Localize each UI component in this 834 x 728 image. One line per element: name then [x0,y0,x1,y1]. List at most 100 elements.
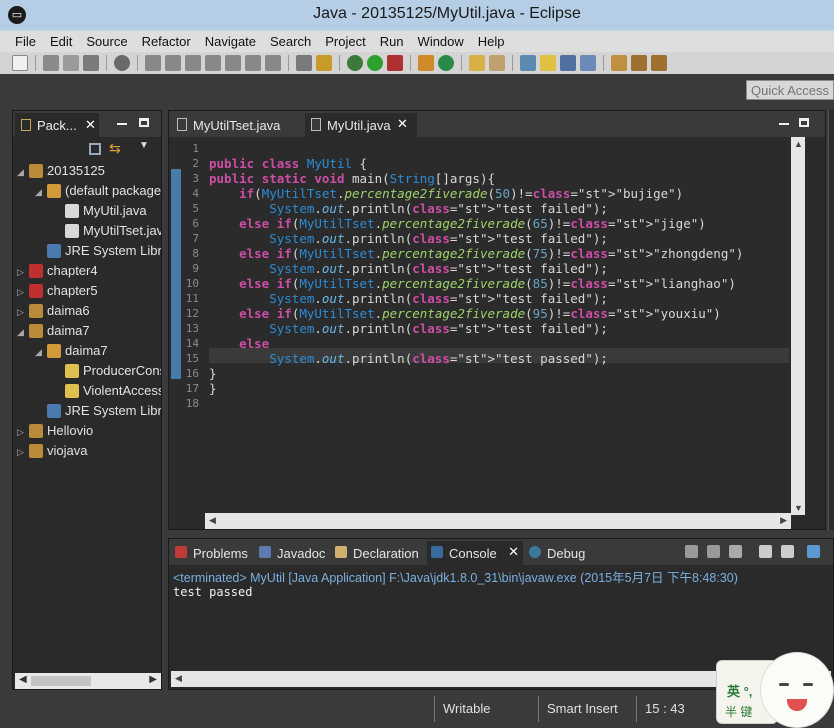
scroll-down-icon[interactable]: ▼ [794,503,803,513]
tab-declaration[interactable]: Declaration [331,541,427,565]
open-folder-icon[interactable] [469,55,485,71]
code-line[interactable]: public class MyUtil { [209,156,367,171]
step-return-icon[interactable] [265,55,281,71]
code-line[interactable]: public static void main(String[]args){ [209,171,495,186]
menu-navigate[interactable]: Navigate [198,31,263,52]
scrollbar-thumb[interactable] [31,676,91,686]
tree-item[interactable]: JRE System Library [35,241,161,261]
menu-help[interactable]: Help [471,31,512,52]
block-selection-icon[interactable] [560,55,576,71]
package-explorer-tab[interactable]: Pack... ✕ [15,113,99,137]
editor-vertical-scrollbar[interactable]: ▲ ▼ [791,137,805,515]
terminate-icon[interactable] [685,545,698,558]
resume-icon[interactable] [145,55,161,71]
chevron-down-icon[interactable]: ◢ [35,182,47,202]
external-tools-icon[interactable] [387,55,403,71]
chevron-down-icon[interactable]: ◢ [17,162,29,182]
menu-window[interactable]: Window [411,31,471,52]
minimize-icon[interactable] [779,123,789,125]
code-line[interactable]: } [209,366,217,381]
maximize-icon[interactable] [799,118,809,127]
tree-item[interactable]: ▷ chapter5 [17,281,98,301]
tree-item[interactable]: ◢ daima7 [35,341,108,361]
menu-refactor[interactable]: Refactor [135,31,198,52]
code-line[interactable]: else if(MyUtilTset.percentage2fiverade(6… [209,216,706,231]
search-icon[interactable] [489,55,505,71]
maximize-icon[interactable] [139,118,149,127]
editor-horizontal-scrollbar[interactable]: ◀ ▶ [205,513,791,529]
forward-icon[interactable] [651,55,667,71]
print-icon[interactable] [83,55,99,71]
ime-mode-label[interactable]: 半 键 [725,703,752,720]
close-icon[interactable]: ✕ [508,544,519,560]
scroll-left-icon[interactable]: ◀ [19,674,27,685]
tab-problems[interactable]: Problems [171,541,255,565]
save-all-icon[interactable] [63,55,79,71]
tree-item[interactable]: JRE System Library [35,401,161,421]
collapse-all-icon[interactable] [89,143,101,155]
scroll-left-icon[interactable]: ◀ [209,515,216,526]
new-icon[interactable] [12,55,28,71]
step-into-icon[interactable] [225,55,241,71]
tree-item[interactable]: ◢ 20135125 [17,161,105,181]
next-annotation-icon[interactable] [520,55,536,71]
close-icon[interactable]: ✕ [85,117,96,133]
step-over-icon[interactable] [245,55,261,71]
code-line[interactable]: else if(MyUtilTset.percentage2fiverade(7… [209,246,743,261]
tab-console[interactable]: Console ✕ [427,541,523,565]
code-line[interactable]: } [209,381,217,396]
tree-item[interactable]: ViolentAccess.java [53,381,161,401]
chevron-right-icon[interactable]: ▷ [17,302,29,322]
tree-item[interactable]: ▷ viojava [17,441,87,461]
ime-language-label[interactable]: 英 °, [727,681,752,700]
code-line[interactable]: else if(MyUtilTset.percentage2fiverade(8… [209,276,736,291]
code-line[interactable]: System.out.println(class="st">"test pass… [209,351,608,366]
toggle-mark-occurrences-icon[interactable] [540,55,556,71]
view-menu-icon[interactable]: ▼ [139,140,149,151]
code-line[interactable]: System.out.println(class="st">"test fail… [209,231,608,246]
tab-myutil-java[interactable]: MyUtil.java ✕ [305,113,417,137]
remove-launch-icon[interactable] [707,545,720,558]
menu-project[interactable]: Project [318,31,372,52]
skip-breakpoints-icon[interactable] [114,55,130,71]
chevron-down-icon[interactable]: ◢ [35,342,47,362]
tree-item[interactable]: ◢ (default package) [35,181,161,201]
code-line[interactable]: System.out.println(class="st">"test fail… [209,201,608,216]
menu-edit[interactable]: Edit [43,31,79,52]
code-line[interactable]: System.out.println(class="st">"test fail… [209,291,608,306]
new-class-icon[interactable] [438,55,454,71]
chevron-right-icon[interactable]: ▷ [17,282,29,302]
menu-file[interactable]: File [8,31,43,52]
chevron-right-icon[interactable]: ▷ [17,422,29,442]
code-line[interactable]: else if(MyUtilTset.percentage2fiverade(9… [209,306,721,321]
tree-item[interactable]: ▷ chapter4 [17,261,98,281]
menu-search[interactable]: Search [263,31,318,52]
menu-source[interactable]: Source [79,31,134,52]
scroll-right-icon[interactable]: ▶ [149,674,157,685]
package-horizontal-scrollbar[interactable]: ◀ ▶ [15,673,161,689]
quick-access-input[interactable] [746,80,834,100]
debug-icon[interactable] [347,55,363,71]
clear-console-icon[interactable] [759,545,772,558]
pin-console-icon[interactable] [807,545,820,558]
code-line[interactable]: System.out.println(class="st">"test fail… [209,321,608,336]
minimize-icon[interactable] [117,123,127,125]
tree-item[interactable]: MyUtilTset.java [53,221,161,241]
new-java-project-icon[interactable] [418,55,434,71]
code-line[interactable]: if(MyUtilTset.percentage2fiverade(50)!=c… [209,186,683,201]
tab-javadoc[interactable]: Javadoc [255,541,331,565]
code-line[interactable]: else [209,336,269,351]
console-output[interactable]: test passed [173,585,252,599]
scroll-lock-icon[interactable] [781,545,794,558]
tree-item[interactable]: ▷ daima6 [17,301,90,321]
chevron-right-icon[interactable]: ▷ [17,442,29,462]
scroll-up-icon[interactable]: ▲ [794,139,803,149]
suspend-icon[interactable] [165,55,181,71]
use-step-filters-icon[interactable] [296,55,312,71]
code-line[interactable]: System.out.println(class="st">"test fail… [209,261,608,276]
tab-myutiltset-java[interactable]: MyUtilTset.java [171,113,303,137]
show-whitespace-icon[interactable] [580,55,596,71]
menu-run[interactable]: Run [373,31,411,52]
tree-item[interactable]: ProducerConsumer.java [53,361,161,381]
previous-edit-icon[interactable] [611,55,627,71]
